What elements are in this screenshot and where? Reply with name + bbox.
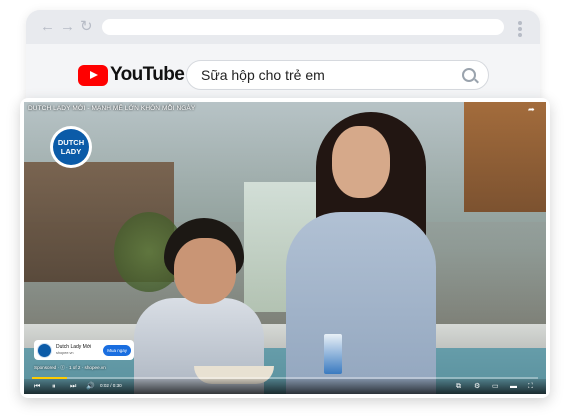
brand-line2: LADY [60, 147, 82, 156]
player-controls: ⏮ ⏸ ⏭ 🔊 0:02 / 0:30 ⧉ ⚙ ▭ ▬ ⛶ [24, 379, 546, 394]
volume-icon[interactable]: 🔊 [86, 382, 95, 391]
share-icon[interactable]: ➦ [528, 105, 535, 114]
miniplayer-icon[interactable]: ▭ [492, 382, 499, 391]
ad-brand-icon [37, 342, 52, 358]
brand-logo: DUTCH LADY [50, 126, 92, 168]
address-bar[interactable] [102, 19, 504, 35]
captions-icon[interactable]: ⧉ [456, 382, 461, 391]
fullscreen-icon[interactable]: ⛶ [528, 382, 533, 391]
video-title[interactable]: DUTCH LADY MỚI - MẠNH MẼ LỚN KHÔN MỖI NG… [28, 105, 195, 112]
milk-carton [324, 334, 342, 374]
search-input[interactable]: Sữa hộp cho trẻ em [201, 67, 325, 83]
search-box[interactable]: Sữa hộp cho trẻ em [186, 60, 489, 90]
video-frame[interactable]: DUTCH LADY MỚI - MẠNH MẼ LỚN KHÔN MỖI NG… [24, 102, 546, 394]
reload-icon[interactable]: ↻ [80, 19, 93, 35]
brand-line1: DUTCH [57, 138, 85, 147]
browser-menu-icon[interactable] [518, 21, 522, 39]
youtube-logo[interactable]: YouTube [78, 64, 185, 86]
ad-domain: shopee.vn [56, 351, 74, 355]
pause-icon[interactable]: ⏸ [52, 382, 56, 391]
prev-icon[interactable]: ⏮ [34, 382, 40, 391]
boy-face [174, 238, 236, 304]
video-player[interactable]: DUTCH LADY MỚI - MẠNH MẼ LỚN KHÔN MỖI NG… [20, 98, 550, 398]
buy-now-button[interactable]: Mua ngay [103, 344, 131, 356]
youtube-wordmark: YouTube [110, 64, 185, 85]
ad-card[interactable]: Dutch Lady Mới shopee.vn Mua ngay [34, 340, 134, 360]
search-icon[interactable] [462, 68, 476, 82]
woman-face [332, 126, 390, 198]
browser-toolbar: ← → ↻ [26, 10, 540, 44]
time-display: 0:02 / 0:30 [100, 383, 122, 388]
woman-dress [286, 212, 436, 394]
sponsored-label: Sponsored · ⓘ · 1 of 2 · shopee.vn [34, 365, 106, 370]
theater-icon[interactable]: ▬ [510, 382, 517, 391]
next-icon[interactable]: ⏭ [70, 382, 76, 391]
settings-icon[interactable]: ⚙ [474, 382, 480, 391]
kitchen-cabinet [464, 102, 546, 212]
forward-icon[interactable]: → [60, 19, 75, 35]
youtube-play-icon [78, 64, 108, 86]
back-icon[interactable]: ← [40, 19, 55, 35]
